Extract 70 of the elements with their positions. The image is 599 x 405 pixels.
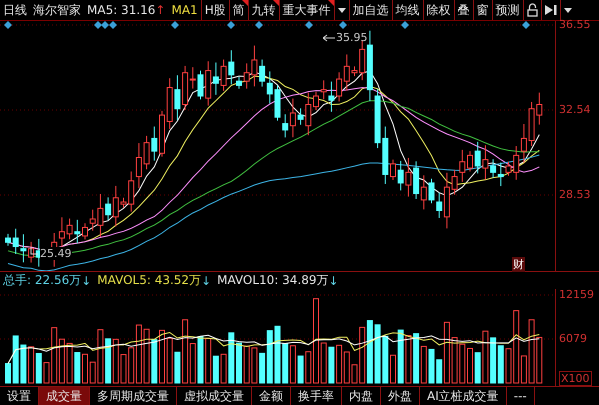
diamond-icon[interactable] <box>4 21 12 30</box>
stock-name: 海尔智家 <box>32 2 82 19</box>
volume-bar <box>44 362 50 384</box>
diamond-icon[interactable] <box>227 21 235 30</box>
volume-bar <box>159 330 165 384</box>
high-price-label: 35.95 <box>336 31 368 44</box>
candlestick <box>274 85 280 122</box>
price-tick: 36.55 <box>559 18 590 32</box>
toolbar-button[interactable]: 简 <box>228 0 248 20</box>
toolbar-button[interactable]: 重大事件 <box>278 0 334 20</box>
diamond-icon[interactable] <box>171 21 179 30</box>
volume-bar <box>5 363 11 384</box>
down-arrow: ↓ <box>81 274 92 288</box>
diamond-icon[interactable] <box>401 21 409 30</box>
down-arrow: ↓ <box>201 274 212 288</box>
toolbar-button[interactable]: 九转 <box>248 0 279 20</box>
volume-bar <box>352 364 358 384</box>
leader-line <box>323 34 335 42</box>
diamond-icon[interactable] <box>255 21 263 30</box>
volume-bar <box>120 354 126 384</box>
candlestick <box>236 76 242 90</box>
volume-reading: MAVOL10: 34.89万 <box>216 272 329 290</box>
candlestick <box>428 178 434 204</box>
volume-bar <box>274 326 280 384</box>
candlestick <box>506 162 512 177</box>
ma-reading: MA5: 31.16 <box>86 2 156 20</box>
price-tick: 28.53 <box>559 188 590 202</box>
caret-icon <box>564 8 572 13</box>
leader-line <box>30 247 38 256</box>
volume-bar <box>390 355 396 384</box>
dropdown-button[interactable] <box>560 0 575 20</box>
candlestick <box>467 151 473 172</box>
candlestick <box>313 92 319 111</box>
ma-reading: MA1 <box>170 2 199 20</box>
candlestick <box>5 234 11 247</box>
volume-bar <box>467 348 473 384</box>
candlestick <box>198 70 204 100</box>
volume-tick: 6079 <box>559 332 587 346</box>
corner-flag-icon <box>328 0 334 6</box>
up-arrow: ↑ <box>155 2 166 20</box>
volume-bar <box>506 348 512 384</box>
low-price-label: 25.49 <box>40 247 72 260</box>
lock-icon <box>526 3 538 18</box>
diamond-icon[interactable] <box>339 21 347 30</box>
diamond-icon[interactable] <box>305 21 313 30</box>
period-label: 日线 <box>2 2 28 19</box>
unit-label: X100 <box>559 371 592 386</box>
price-tick: 32.54 <box>559 103 590 116</box>
finance-badge[interactable]: 财 <box>512 257 525 272</box>
skip-icon <box>544 5 557 16</box>
volume-bar <box>82 354 88 384</box>
volume-bar <box>428 349 434 384</box>
candlestick <box>352 66 358 77</box>
candlestick <box>82 223 88 240</box>
down-arrow: ↓ <box>328 274 340 288</box>
volume-reading: 总手: 22.56万 <box>2 272 82 290</box>
volume-reading: MAVOL5: 43.52万 <box>96 272 202 290</box>
corner-flag-icon <box>242 0 248 6</box>
candlestick <box>120 198 126 208</box>
lock-button[interactable] <box>522 0 541 20</box>
volume-tick: 12159 <box>559 288 594 302</box>
diamond-icon[interactable] <box>522 21 530 30</box>
indicator-tab[interactable]: 成交量 <box>39 387 90 405</box>
volume-bar <box>198 336 204 384</box>
corner-flag-icon <box>272 0 279 6</box>
caret-icon <box>338 8 346 13</box>
volume-bar <box>236 343 242 384</box>
candlestick <box>390 160 396 181</box>
candlestick <box>159 110 165 158</box>
dropdown-button[interactable] <box>334 0 349 20</box>
